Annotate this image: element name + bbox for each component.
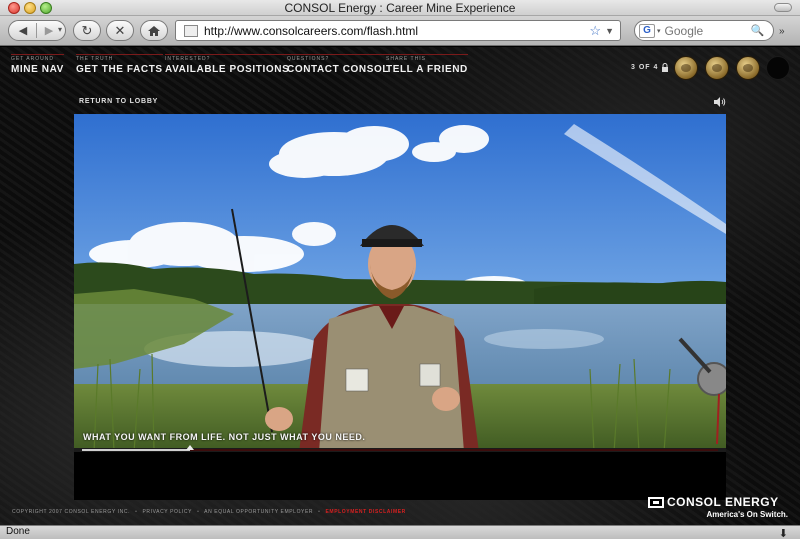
address-url[interactable]: http://www.consolcareers.com/flash.html: [204, 24, 589, 38]
page-content: GET AROUND MINE NAV THE TRUTH GET THE FA…: [0, 47, 800, 525]
nav-label: MINE NAV: [11, 64, 64, 75]
achievement-token-1[interactable]: [674, 56, 698, 80]
engine-dropdown-icon[interactable]: ▾: [657, 27, 661, 35]
history-dropdown-icon[interactable]: ▾: [58, 25, 62, 34]
footer-links: COPYRIGHT 2007 CONSOL ENERGY INC. • PRIV…: [12, 509, 409, 515]
favicon-icon: [184, 24, 198, 37]
nav-mine-nav[interactable]: GET AROUND MINE NAV: [11, 54, 64, 75]
browser-toolbar: ◀ ▶ ▾ ↻ ✕ http://www.consolcareers.com/f…: [0, 16, 800, 46]
progress-fill: [82, 449, 191, 451]
consol-energy-logo[interactable]: CONSOL ENERGY America's On Switch.: [648, 495, 794, 519]
video-caption: WHAT YOU WANT FROM LIFE. NOT JUST WHAT Y…: [83, 432, 366, 442]
nav-kicker: THE TRUTH: [76, 54, 163, 62]
progress-counter: 3 OF 4: [631, 64, 659, 71]
window-titlebar: CONSOL Energy : Career Mine Experience: [0, 0, 800, 16]
stop-icon: ✕: [114, 22, 126, 38]
footer-separator: •: [318, 509, 321, 515]
nav-label: GET THE FACTS: [76, 64, 163, 75]
achievement-token-3[interactable]: [736, 56, 760, 80]
logo-row: CONSOL ENERGY: [648, 495, 794, 509]
search-icon[interactable]: 🔍: [751, 24, 765, 37]
brand-tagline: America's On Switch.: [706, 510, 788, 519]
eoe-link[interactable]: AN EQUAL OPPORTUNITY EMPLOYER: [204, 509, 313, 515]
achievement-token-2[interactable]: [705, 56, 729, 80]
nav-kicker: INTERESTED?: [165, 54, 290, 62]
home-button[interactable]: [140, 20, 168, 41]
lock-icon: [662, 63, 668, 72]
consol-logo-mark-icon: [648, 496, 664, 508]
url-history-dropdown-icon[interactable]: ▼: [605, 26, 614, 36]
footer-separator: •: [197, 509, 200, 515]
nav-label: CONTACT CONSOL: [287, 64, 390, 75]
achievement-token-empty: [766, 56, 790, 80]
bookmark-star-icon[interactable]: ☆: [589, 23, 601, 39]
history-nav-group: ◀ ▶ ▾: [8, 20, 66, 41]
window-title: CONSOL Energy : Career Mine Experience: [284, 1, 516, 15]
search-input[interactable]: [664, 23, 749, 38]
progress-scrubber[interactable]: [186, 445, 195, 450]
video-frame-image: [74, 114, 726, 452]
site-nav: GET AROUND MINE NAV THE TRUTH GET THE FA…: [0, 54, 500, 78]
nav-contact-consol[interactable]: QUESTIONS? CONTACT CONSOL: [287, 54, 390, 75]
nav-kicker: GET AROUND: [11, 54, 64, 62]
reload-icon: ↻: [81, 22, 93, 38]
brand-name: CONSOL ENERGY: [667, 495, 779, 509]
back-button[interactable]: ◀: [11, 21, 35, 40]
footer-separator: •: [135, 509, 138, 515]
video-letterbox: [74, 452, 726, 500]
nav-label: TELL A FRIEND: [386, 64, 468, 75]
reload-button[interactable]: ↻: [73, 20, 101, 41]
nav-get-the-facts[interactable]: THE TRUTH GET THE FACTS: [76, 54, 163, 75]
nav-kicker: QUESTIONS?: [287, 54, 390, 62]
toolbar-overflow-icon[interactable]: »: [779, 26, 785, 37]
speaker-icon[interactable]: [714, 97, 726, 107]
privacy-policy-link[interactable]: PRIVACY POLICY: [142, 509, 192, 515]
address-bar[interactable]: http://www.consolcareers.com/flash.html …: [175, 20, 621, 41]
toolbar-toggle-button[interactable]: [774, 3, 792, 12]
forward-arrow-icon: ▶: [44, 25, 54, 37]
employment-disclaimer-link[interactable]: EMPLOYMENT DISCLAIMER: [326, 509, 406, 515]
home-icon: [148, 25, 160, 36]
nav-kicker: SHARE THIS: [386, 54, 468, 62]
return-to-lobby-link[interactable]: RETURN TO LOBBY: [79, 98, 158, 105]
stop-button[interactable]: ✕: [106, 20, 134, 41]
footer-copyright: COPYRIGHT 2007 CONSOL ENERGY INC.: [12, 509, 131, 515]
nav-label: AVAILABLE POSITIONS: [165, 64, 290, 75]
nav-available-positions[interactable]: INTERESTED? AVAILABLE POSITIONS: [165, 54, 290, 75]
nav-tell-a-friend[interactable]: SHARE THIS TELL A FRIEND: [386, 54, 468, 75]
status-text: Done: [6, 526, 30, 537]
back-arrow-icon: ◀: [18, 25, 28, 37]
search-engine-icon[interactable]: G: [639, 23, 655, 38]
search-bar: G ▾ 🔍: [634, 20, 774, 41]
browser-statusbar: Done ⬇: [0, 525, 800, 539]
video-player[interactable]: WHAT YOU WANT FROM LIFE. NOT JUST WHAT Y…: [74, 114, 726, 500]
download-icon[interactable]: ⬇: [779, 527, 788, 539]
